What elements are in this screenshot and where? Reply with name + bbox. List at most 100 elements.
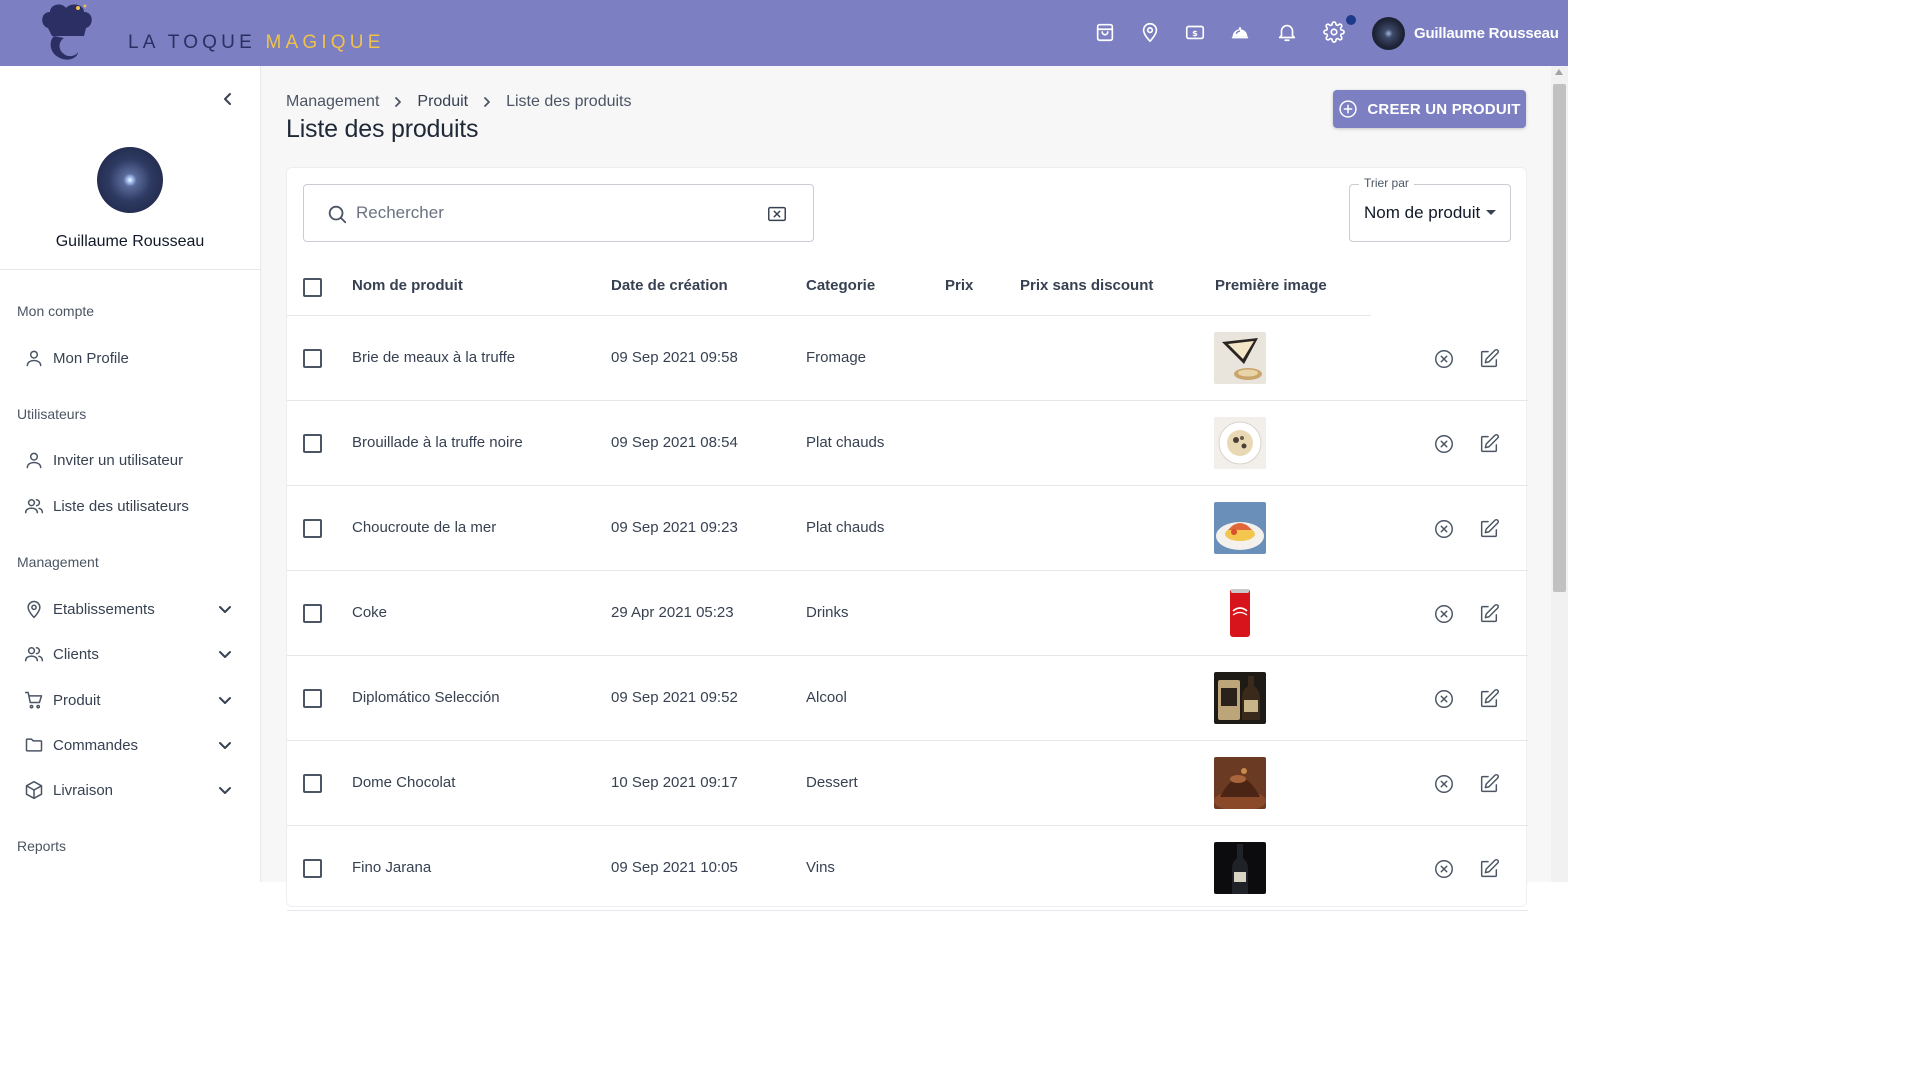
column-header-date[interactable]: Date de création xyxy=(611,277,728,294)
select-all-checkbox[interactable] xyxy=(303,278,322,297)
table-row[interactable]: Brie de meaux à la truffe 09 Sep 2021 09… xyxy=(287,316,1528,401)
product-name: Choucroute de la mer xyxy=(352,519,497,536)
delete-button[interactable] xyxy=(1432,347,1456,371)
sort-value: Nom de produit xyxy=(1364,203,1481,222)
sidebar-item-clients[interactable]: Clients xyxy=(24,639,244,669)
column-header-price-no-discount[interactable]: Prix sans discount xyxy=(1020,277,1153,294)
sidebar-item-user-list[interactable]: Liste des utilisateurs xyxy=(24,491,244,521)
section-users-title: Utilisateurs xyxy=(17,406,87,422)
table-row[interactable]: Diplomático Selección 09 Sep 2021 09:52 … xyxy=(287,656,1528,741)
collapse-sidebar-button[interactable] xyxy=(216,88,240,110)
close-circle-icon xyxy=(1435,860,1453,878)
sidebar-item-delivery[interactable]: Livraison xyxy=(24,775,244,805)
creation-date: 29 Apr 2021 05:23 xyxy=(611,604,734,621)
sidebar-item-label: Livraison xyxy=(53,781,114,799)
table-row[interactable]: Coke 29 Apr 2021 05:23 Drinks xyxy=(287,571,1528,656)
table-row[interactable]: Brouillade à la truffe noire 09 Sep 2021… xyxy=(287,401,1528,486)
category: Drinks xyxy=(806,604,849,621)
delete-button[interactable] xyxy=(1432,517,1456,541)
edit-button[interactable] xyxy=(1477,347,1501,371)
sort-select[interactable]: Trier par Nom de produit xyxy=(1349,176,1511,242)
delete-button[interactable] xyxy=(1432,772,1456,796)
payments-button[interactable]: $ xyxy=(1181,18,1209,46)
search-field[interactable] xyxy=(303,184,814,242)
avatar xyxy=(1372,16,1405,50)
settings-notification-dot xyxy=(1346,15,1356,25)
map-pin-icon xyxy=(24,599,44,619)
row-checkbox[interactable] xyxy=(303,604,322,623)
plus-circle-icon xyxy=(1339,100,1358,118)
close-circle-icon xyxy=(1435,435,1453,453)
chevron-down-icon xyxy=(219,742,231,749)
delete-button[interactable] xyxy=(1432,432,1456,456)
creation-date: 09 Sep 2021 09:58 xyxy=(611,349,738,366)
row-checkbox[interactable] xyxy=(303,519,322,538)
edit-button[interactable] xyxy=(1477,687,1501,711)
delete-button[interactable] xyxy=(1432,602,1456,626)
edit-button[interactable] xyxy=(1477,857,1501,881)
users-icon xyxy=(24,496,44,516)
row-checkbox[interactable] xyxy=(303,434,322,453)
shopping-cart-icon xyxy=(24,690,44,710)
row-checkbox[interactable] xyxy=(303,859,322,878)
notifications-button[interactable] xyxy=(1273,18,1301,46)
creation-date: 09 Sep 2021 08:54 xyxy=(611,434,738,451)
product-name: Coke xyxy=(352,604,388,621)
locations-button[interactable] xyxy=(1136,18,1164,46)
delete-button[interactable] xyxy=(1432,687,1456,711)
clear-search-icon[interactable] xyxy=(766,203,788,225)
category: Vins xyxy=(806,859,835,876)
edit-icon xyxy=(1480,689,1499,708)
product-name: Brouillade à la truffe noire xyxy=(352,434,523,451)
edit-button[interactable] xyxy=(1477,772,1501,796)
edit-icon xyxy=(1480,519,1499,538)
sidebar-item-invite-user[interactable]: Inviter un utilisateur xyxy=(24,445,244,475)
sidebar-user-name: Guillaume Rousseau xyxy=(55,233,205,250)
chevron-down-icon xyxy=(219,787,231,794)
table-row[interactable]: Fino Jarana 09 Sep 2021 10:05 Vins xyxy=(287,826,1528,911)
scrollbar-thumb[interactable] xyxy=(1553,84,1566,592)
user-menu[interactable]: Guillaume Rousseau xyxy=(1372,16,1559,50)
map-pin-icon xyxy=(1142,22,1158,42)
edit-button[interactable] xyxy=(1477,602,1501,626)
settings-button[interactable] xyxy=(1320,18,1348,46)
category: Fromage xyxy=(806,349,867,366)
breadcrumb-management[interactable]: Management xyxy=(286,93,379,111)
sidebar-item-profile[interactable]: Mon Profile xyxy=(24,343,244,373)
wine-bottle-image xyxy=(1214,842,1266,894)
close-circle-icon xyxy=(1435,605,1453,623)
menu-button[interactable] xyxy=(1226,18,1254,46)
row-checkbox[interactable] xyxy=(303,774,322,793)
sort-label: Trier par xyxy=(1359,176,1414,190)
search-input[interactable] xyxy=(356,195,756,231)
category: Alcool xyxy=(806,689,847,706)
category: Dessert xyxy=(806,774,858,791)
scroll-up-arrow-icon[interactable] xyxy=(1555,69,1563,75)
edit-icon xyxy=(1480,604,1499,623)
create-product-button[interactable]: CREER UN PRODUIT xyxy=(1333,90,1526,128)
row-checkbox[interactable] xyxy=(303,689,322,708)
rum-bottle-image xyxy=(1214,672,1266,724)
table-row[interactable]: Choucroute de la mer 09 Sep 2021 09:23 P… xyxy=(287,486,1528,571)
sidebar-item-establishments[interactable]: Etablissements xyxy=(24,594,244,624)
column-header-first-image[interactable]: Première image xyxy=(1215,277,1327,294)
column-header-category[interactable]: Categorie xyxy=(806,277,875,294)
table-header: Nom de produit Date de création Categori… xyxy=(287,258,1528,316)
close-circle-icon xyxy=(1435,350,1453,368)
column-header-name[interactable]: Nom de produit xyxy=(352,277,463,294)
page-scrollbar[interactable] xyxy=(1551,66,1568,882)
breadcrumb-product[interactable]: Produit xyxy=(417,93,468,111)
orders-button[interactable] xyxy=(1091,18,1119,46)
edit-button[interactable] xyxy=(1477,432,1501,456)
sidebar-item-product[interactable]: Produit xyxy=(24,685,244,715)
column-header-price[interactable]: Prix xyxy=(945,277,973,294)
table-row[interactable]: Dome Chocolat 10 Sep 2021 09:17 Dessert xyxy=(287,741,1528,826)
delete-button[interactable] xyxy=(1432,857,1456,881)
edit-icon xyxy=(1480,349,1499,368)
products-card: Trier par Nom de produit Nom de produit … xyxy=(286,167,1528,911)
edit-button[interactable] xyxy=(1477,517,1501,541)
row-checkbox[interactable] xyxy=(303,349,322,368)
sidebar: Guillaume Rousseau Mon compte Mon Profil… xyxy=(0,66,261,882)
sidebar-item-orders[interactable]: Commandes xyxy=(24,730,244,760)
close-circle-icon xyxy=(1435,775,1453,793)
